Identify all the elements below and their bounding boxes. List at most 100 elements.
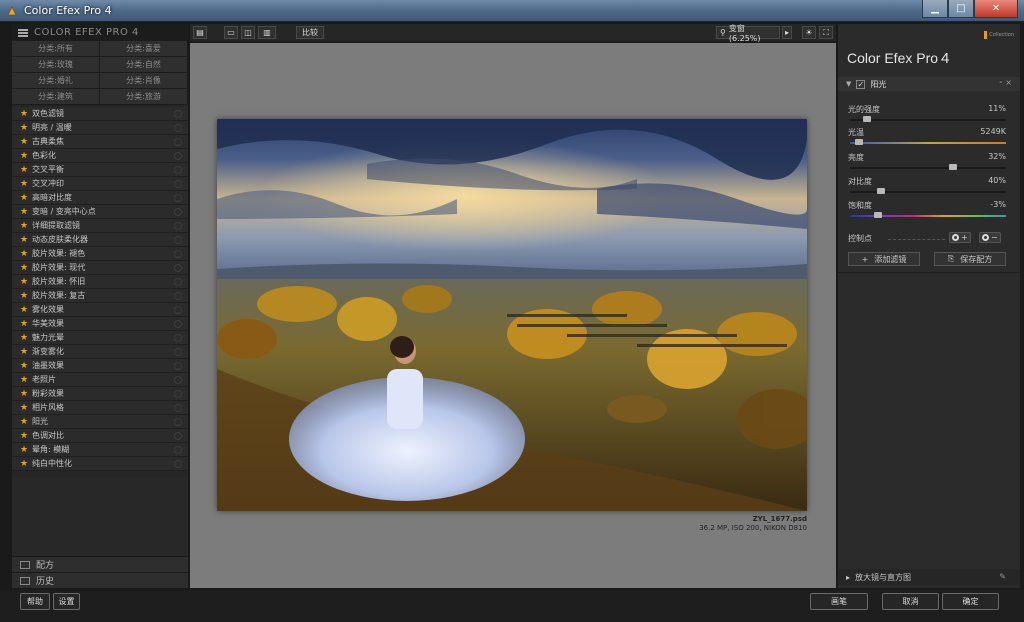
star-icon[interactable]: ★ bbox=[20, 263, 32, 273]
star-icon[interactable]: ★ bbox=[20, 151, 32, 161]
favorite-toggle-icon[interactable] bbox=[174, 306, 182, 314]
favorite-toggle-icon[interactable] bbox=[174, 166, 182, 174]
brush-button[interactable]: 画笔 bbox=[810, 593, 868, 610]
filter-list-item[interactable]: ★ 交叉冲印 bbox=[12, 177, 188, 191]
star-icon[interactable]: ★ bbox=[20, 333, 32, 343]
favorite-toggle-icon[interactable] bbox=[174, 446, 182, 454]
filter-list-item[interactable]: ★ 胶片效果: 现代 bbox=[12, 261, 188, 275]
fullscreen-button[interactable]: ⛶ bbox=[819, 26, 833, 39]
star-icon[interactable]: ★ bbox=[20, 459, 32, 469]
favorite-toggle-icon[interactable] bbox=[174, 418, 182, 426]
favorite-toggle-icon[interactable] bbox=[174, 320, 182, 328]
favorite-toggle-icon[interactable] bbox=[174, 362, 182, 370]
star-icon[interactable]: ★ bbox=[20, 137, 32, 147]
star-icon[interactable]: ★ bbox=[20, 207, 32, 217]
favorite-toggle-icon[interactable] bbox=[174, 138, 182, 146]
filter-list-item[interactable]: ★ 阳光 bbox=[12, 415, 188, 429]
favorite-toggle-icon[interactable] bbox=[174, 334, 182, 342]
favorite-toggle-icon[interactable] bbox=[174, 124, 182, 132]
favorite-toggle-icon[interactable] bbox=[174, 278, 182, 286]
category-button[interactable]: 分类:婚礼 bbox=[12, 73, 100, 89]
star-icon[interactable]: ★ bbox=[20, 235, 32, 245]
collapse-arrow-icon[interactable]: ▼ bbox=[846, 80, 851, 88]
star-icon[interactable]: ★ bbox=[20, 109, 32, 119]
favorite-toggle-icon[interactable] bbox=[174, 348, 182, 356]
filter-options-icon[interactable]: ⁃ × bbox=[999, 78, 1012, 87]
star-icon[interactable]: ★ bbox=[20, 347, 32, 357]
close-button[interactable]: ✕ bbox=[974, 0, 1018, 18]
filter-list-item[interactable]: ★ 油墨效果 bbox=[12, 359, 188, 373]
compare-button[interactable]: 比较 bbox=[296, 26, 324, 39]
single-view-button[interactable]: ▭ bbox=[224, 26, 238, 39]
filter-list-item[interactable]: ★ 晕角: 模糊 bbox=[12, 443, 188, 457]
filter-list-item[interactable]: ★ 老照片 bbox=[12, 373, 188, 387]
favorite-toggle-icon[interactable] bbox=[174, 432, 182, 440]
category-button[interactable]: 分类:所有 bbox=[12, 41, 100, 57]
category-button[interactable]: 分类:玫瑰 bbox=[12, 57, 100, 73]
remove-control-point-button[interactable]: − bbox=[979, 232, 1001, 243]
star-icon[interactable]: ★ bbox=[20, 305, 32, 315]
add-filter-button[interactable]: + 添加滤镜 bbox=[848, 252, 920, 266]
filter-list-item[interactable]: ★ 动态皮肤柔化器 bbox=[12, 233, 188, 247]
slider-handle[interactable] bbox=[855, 139, 864, 145]
star-icon[interactable]: ★ bbox=[20, 403, 32, 413]
pin-icon[interactable]: ✎ bbox=[999, 572, 1006, 581]
star-icon[interactable]: ★ bbox=[20, 165, 32, 175]
maximize-button[interactable]: □ bbox=[948, 0, 974, 18]
star-icon[interactable]: ★ bbox=[20, 179, 32, 189]
recipes-section[interactable]: 配方 bbox=[12, 556, 188, 572]
favorite-toggle-icon[interactable] bbox=[174, 222, 182, 230]
favorite-toggle-icon[interactable] bbox=[174, 292, 182, 300]
star-icon[interactable]: ★ bbox=[20, 249, 32, 259]
slider-handle[interactable] bbox=[874, 212, 883, 218]
slider-handle[interactable] bbox=[863, 116, 872, 122]
slider-handle[interactable] bbox=[877, 188, 886, 194]
star-icon[interactable]: ★ bbox=[20, 221, 32, 231]
filter-list-item[interactable]: ★ 粉彩效果 bbox=[12, 387, 188, 401]
filter-list-item[interactable]: ★ 双色滤镜 bbox=[12, 107, 188, 121]
ok-button[interactable]: 确定 bbox=[942, 593, 999, 610]
minimize-button[interactable]: ▁ bbox=[922, 0, 948, 18]
favorite-toggle-icon[interactable] bbox=[174, 110, 182, 118]
favorite-toggle-icon[interactable] bbox=[174, 236, 182, 244]
toggle-panel-button[interactable]: ▤ bbox=[193, 26, 207, 39]
zoom-arrow-button[interactable]: ▸ bbox=[782, 26, 792, 39]
favorite-toggle-icon[interactable] bbox=[174, 376, 182, 384]
side-by-side-button[interactable]: ▥ bbox=[258, 26, 276, 39]
filter-list-item[interactable]: ★ 高暗对比度 bbox=[12, 191, 188, 205]
filter-list-item[interactable]: ★ 色调对比 bbox=[12, 429, 188, 443]
filter-list-item[interactable]: ★ 详细提取滤镜 bbox=[12, 219, 188, 233]
filter-list-item[interactable]: ★ 古典柔焦 bbox=[12, 135, 188, 149]
cancel-button[interactable]: 取消 bbox=[882, 593, 939, 610]
filter-list-item[interactable]: ★ 胶片效果: 褪色 bbox=[12, 247, 188, 261]
slider-track[interactable] bbox=[850, 142, 1006, 144]
star-icon[interactable]: ★ bbox=[20, 431, 32, 441]
slider-track[interactable] bbox=[850, 119, 1006, 121]
filter-list-item[interactable]: ★ 华美效果 bbox=[12, 317, 188, 331]
filter-list-item[interactable]: ★ 雾化效果 bbox=[12, 303, 188, 317]
save-recipe-button[interactable]: ⎘ 保存配方 bbox=[934, 252, 1006, 266]
loupe-histogram-section[interactable]: ▸ 放大镜与直方图 ✎ bbox=[838, 569, 1020, 585]
slider-track[interactable] bbox=[850, 167, 1006, 169]
split-view-button[interactable]: ◫ bbox=[241, 26, 255, 39]
background-color-button[interactable]: ☀ bbox=[802, 26, 816, 39]
favorite-toggle-icon[interactable] bbox=[174, 460, 182, 468]
zoom-dropdown[interactable]: ⚲ 变窗 (6.25%) bbox=[716, 24, 780, 43]
star-icon[interactable]: ★ bbox=[20, 193, 32, 203]
star-icon[interactable]: ★ bbox=[20, 375, 32, 385]
history-section[interactable]: 历史 bbox=[12, 572, 188, 588]
category-button[interactable]: 分类:旅游 bbox=[100, 89, 188, 105]
star-icon[interactable]: ★ bbox=[20, 361, 32, 371]
favorite-toggle-icon[interactable] bbox=[174, 180, 182, 188]
filter-list-item[interactable]: ★ 变暗 / 变亮中心点 bbox=[12, 205, 188, 219]
slider-handle[interactable] bbox=[948, 164, 957, 170]
active-filter-header[interactable]: ▼ ✓ 阳光 ⁃ × bbox=[838, 77, 1020, 91]
favorite-toggle-icon[interactable] bbox=[174, 208, 182, 216]
star-icon[interactable]: ★ bbox=[20, 389, 32, 399]
preview-canvas[interactable]: ZYL_1677.psd 36.2 MP, ISO 200, NIKON D81… bbox=[190, 43, 836, 588]
star-icon[interactable]: ★ bbox=[20, 123, 32, 133]
filter-list-item[interactable]: ★ 胶片效果: 怀旧 bbox=[12, 275, 188, 289]
favorite-toggle-icon[interactable] bbox=[174, 264, 182, 272]
filter-list-item[interactable]: ★ 魅力光晕 bbox=[12, 331, 188, 345]
favorite-toggle-icon[interactable] bbox=[174, 152, 182, 160]
